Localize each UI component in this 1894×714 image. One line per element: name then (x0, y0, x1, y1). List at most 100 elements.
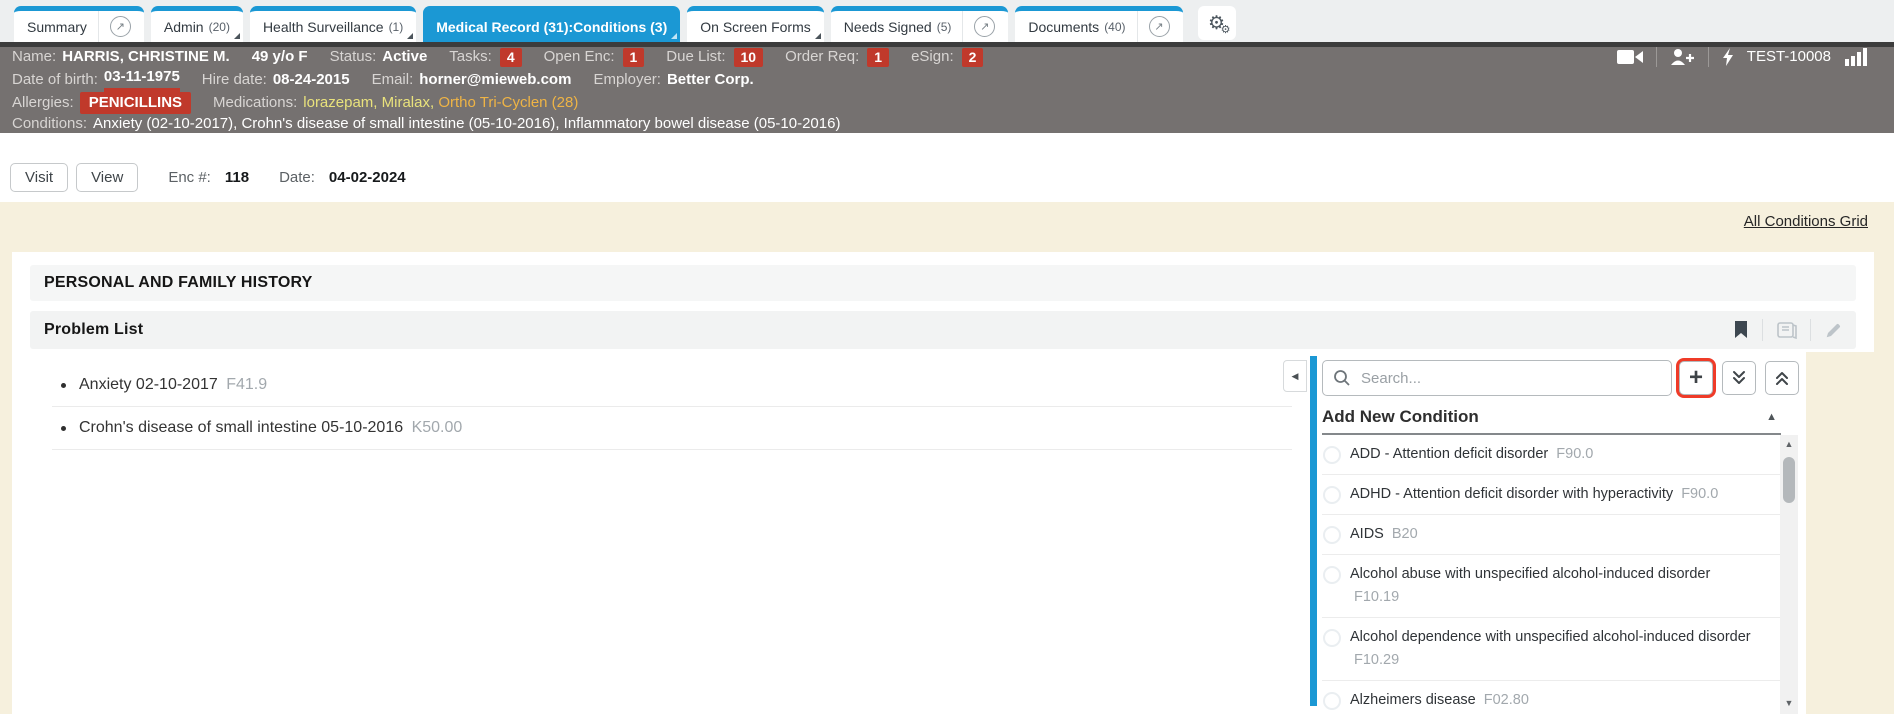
tab-medical-record-conditions[interactable]: Medical Record (31):Conditions (3) (423, 6, 680, 42)
medications-label: Medications: (213, 93, 297, 113)
condition-option-adhd[interactable]: ADHD - Attention deficit disorder with h… (1322, 475, 1781, 515)
collapse-all-button[interactable] (1765, 361, 1799, 395)
add-new-condition-title: Add New Condition (1322, 407, 1479, 427)
bar-chart-icon[interactable] (1844, 48, 1868, 66)
problem-item-crohns[interactable]: Crohn's disease of small intestine 05-10… (52, 407, 1292, 450)
pencil-icon[interactable] (1824, 321, 1842, 339)
scrollbar-thumb[interactable] (1783, 457, 1795, 503)
expand-all-button[interactable] (1722, 361, 1756, 395)
tab-documents-label: Documents (1028, 19, 1099, 35)
condition-option-aids[interactable]: AIDS B20 (1322, 515, 1781, 555)
panel-accent-bar (1310, 356, 1317, 706)
dob-label: Date of birth: (12, 70, 98, 90)
tab-admin[interactable]: Admin (20) (151, 6, 243, 42)
condition-code: F10.19 (1354, 589, 1399, 605)
condition-option-alcohol-abuse[interactable]: Alcohol abuse with unspecified alcohol-i… (1322, 555, 1781, 618)
gear-small-icon: ⚙ (1221, 25, 1231, 36)
tab-on-screen-forms-label: On Screen Forms (700, 19, 810, 35)
bullet-icon (61, 383, 66, 388)
esign-label: eSign: (911, 47, 954, 67)
condition-code: B20 (1392, 526, 1418, 542)
condition-name: Alcohol dependence with unspecified alco… (1350, 629, 1751, 645)
problem-text: Crohn's disease of small intestine 05-10… (79, 417, 462, 439)
divider (1656, 47, 1657, 67)
problem-list-title: Problem List (44, 321, 143, 339)
scroll-up-icon[interactable]: ▲ (1780, 439, 1798, 449)
radio-circle-icon (1323, 629, 1341, 647)
hire-date-value: 08-24-2015 (273, 70, 350, 90)
tab-summary[interactable]: Summary ↗ (14, 6, 144, 42)
medication-ortho-tri-cyclen[interactable]: Ortho Tri-Cyclen (28) (438, 93, 578, 113)
add-new-condition-header: Add New Condition ▲ (1322, 402, 1781, 432)
external-link-icon: ↗ (974, 16, 995, 37)
medication-lorazepam[interactable]: lorazepam, (303, 93, 377, 113)
condition-code: F90.0 (1681, 486, 1718, 502)
add-condition-button[interactable]: + (1679, 361, 1713, 395)
condition-text: AIDS B20 (1350, 523, 1418, 546)
problem-list-header: Problem List (30, 311, 1856, 349)
picklist-scrollbar[interactable]: ▲ ▼ (1780, 435, 1798, 714)
condition-text: Alcohol dependence with unspecified alco… (1350, 626, 1751, 672)
tab-needs-signed-open-new[interactable]: ↗ (962, 11, 995, 42)
tab-admin-count: (20) (209, 20, 230, 34)
tasks-count-badge[interactable]: 4 (500, 48, 522, 67)
divider (1708, 47, 1709, 67)
problem-list-actions (1733, 319, 1842, 341)
condition-option-alzheimers[interactable]: Alzheimers disease F02.80 (1322, 681, 1781, 714)
condition-text: Alcohol abuse with unspecified alcohol-i… (1350, 563, 1751, 609)
visit-button[interactable]: Visit (10, 163, 68, 192)
tab-health-surveillance-count: (1) (389, 20, 404, 34)
problem-code: K50.00 (412, 419, 463, 436)
patient-header-row-4: Conditions: Anxiety (02-10-2017), Crohn'… (0, 114, 1894, 134)
book-icon[interactable] (1776, 321, 1797, 339)
open-enc-count-badge[interactable]: 1 (623, 48, 645, 67)
add-condition-panel: ◀ + Add New Condition ▲ AD (1283, 356, 1799, 714)
panel-collapse-button[interactable]: ◀ (1283, 360, 1307, 392)
problem-list-items: Anxiety 02-10-2017 F41.9 Crohn's disease… (52, 364, 1292, 450)
chevron-left-icon: ◀ (1292, 371, 1299, 382)
condition-code: F90.0 (1556, 446, 1593, 462)
tab-summary-open-new[interactable]: ↗ (98, 11, 131, 42)
patient-header-row-1: Name: HARRIS, CHRISTINE M. 49 y/o F Stat… (0, 47, 1894, 67)
condition-option-alcohol-dependence[interactable]: Alcohol dependence with unspecified alco… (1322, 618, 1781, 681)
all-conditions-grid-link[interactable]: All Conditions Grid (1744, 213, 1868, 230)
tab-health-surveillance[interactable]: Health Surveillance (1) (250, 6, 416, 42)
hire-date-label: Hire date: (202, 70, 267, 90)
allergy-penicillins-badge[interactable]: PENICILLINS (80, 92, 191, 114)
status-label: Status: (330, 47, 377, 67)
problem-name: Anxiety 02-10-2017 (79, 376, 218, 393)
due-list-label: Due List: (666, 47, 725, 67)
patient-name: HARRIS, CHRISTINE M. (62, 47, 230, 67)
bullet-icon (61, 426, 66, 431)
scroll-down-icon[interactable]: ▼ (1780, 698, 1798, 708)
problem-item-anxiety[interactable]: Anxiety 02-10-2017 F41.9 (52, 364, 1292, 407)
tab-documents[interactable]: Documents (40) ↗ (1015, 6, 1182, 42)
collapse-section-icon[interactable]: ▲ (1766, 411, 1777, 423)
tab-needs-signed[interactable]: Needs Signed (5) ↗ (831, 6, 1009, 42)
lightning-icon[interactable] (1722, 48, 1734, 66)
settings-button[interactable]: ⚙ ⚙ (1198, 6, 1236, 40)
order-req-count-badge[interactable]: 1 (867, 48, 889, 67)
bookmark-icon[interactable] (1733, 321, 1749, 339)
employer-label: Employer: (593, 70, 661, 90)
due-list-count-badge[interactable]: 10 (734, 48, 764, 67)
video-camera-icon[interactable] (1617, 49, 1643, 65)
history-section-title: PERSONAL AND FAMILY HISTORY (44, 274, 313, 292)
condition-name: Alzheimers disease (1350, 692, 1476, 708)
medication-miralax[interactable]: Miralax, (382, 93, 435, 113)
esign-count-badge[interactable]: 2 (962, 48, 984, 67)
tab-on-screen-forms[interactable]: On Screen Forms (687, 6, 823, 42)
tab-needs-signed-count: (5) (937, 20, 952, 34)
allergies-label: Allergies: (12, 93, 74, 113)
tasks-label: Tasks: (449, 47, 492, 67)
tab-health-surveillance-label: Health Surveillance (263, 19, 384, 35)
radio-circle-icon (1323, 526, 1341, 544)
tab-documents-open-new[interactable]: ↗ (1137, 11, 1170, 42)
patient-header-row-2: Date of birth: 03-11-1975 Hire date: 08-… (0, 67, 1894, 92)
problem-name: Crohn's disease of small intestine 05-10… (79, 419, 403, 436)
condition-search-box[interactable] (1322, 360, 1672, 396)
condition-search-input[interactable] (1359, 369, 1661, 388)
condition-option-add[interactable]: ADD - Attention deficit disorder F90.0 (1322, 435, 1781, 475)
view-button[interactable]: View (76, 163, 138, 192)
add-person-icon[interactable] (1670, 48, 1695, 66)
